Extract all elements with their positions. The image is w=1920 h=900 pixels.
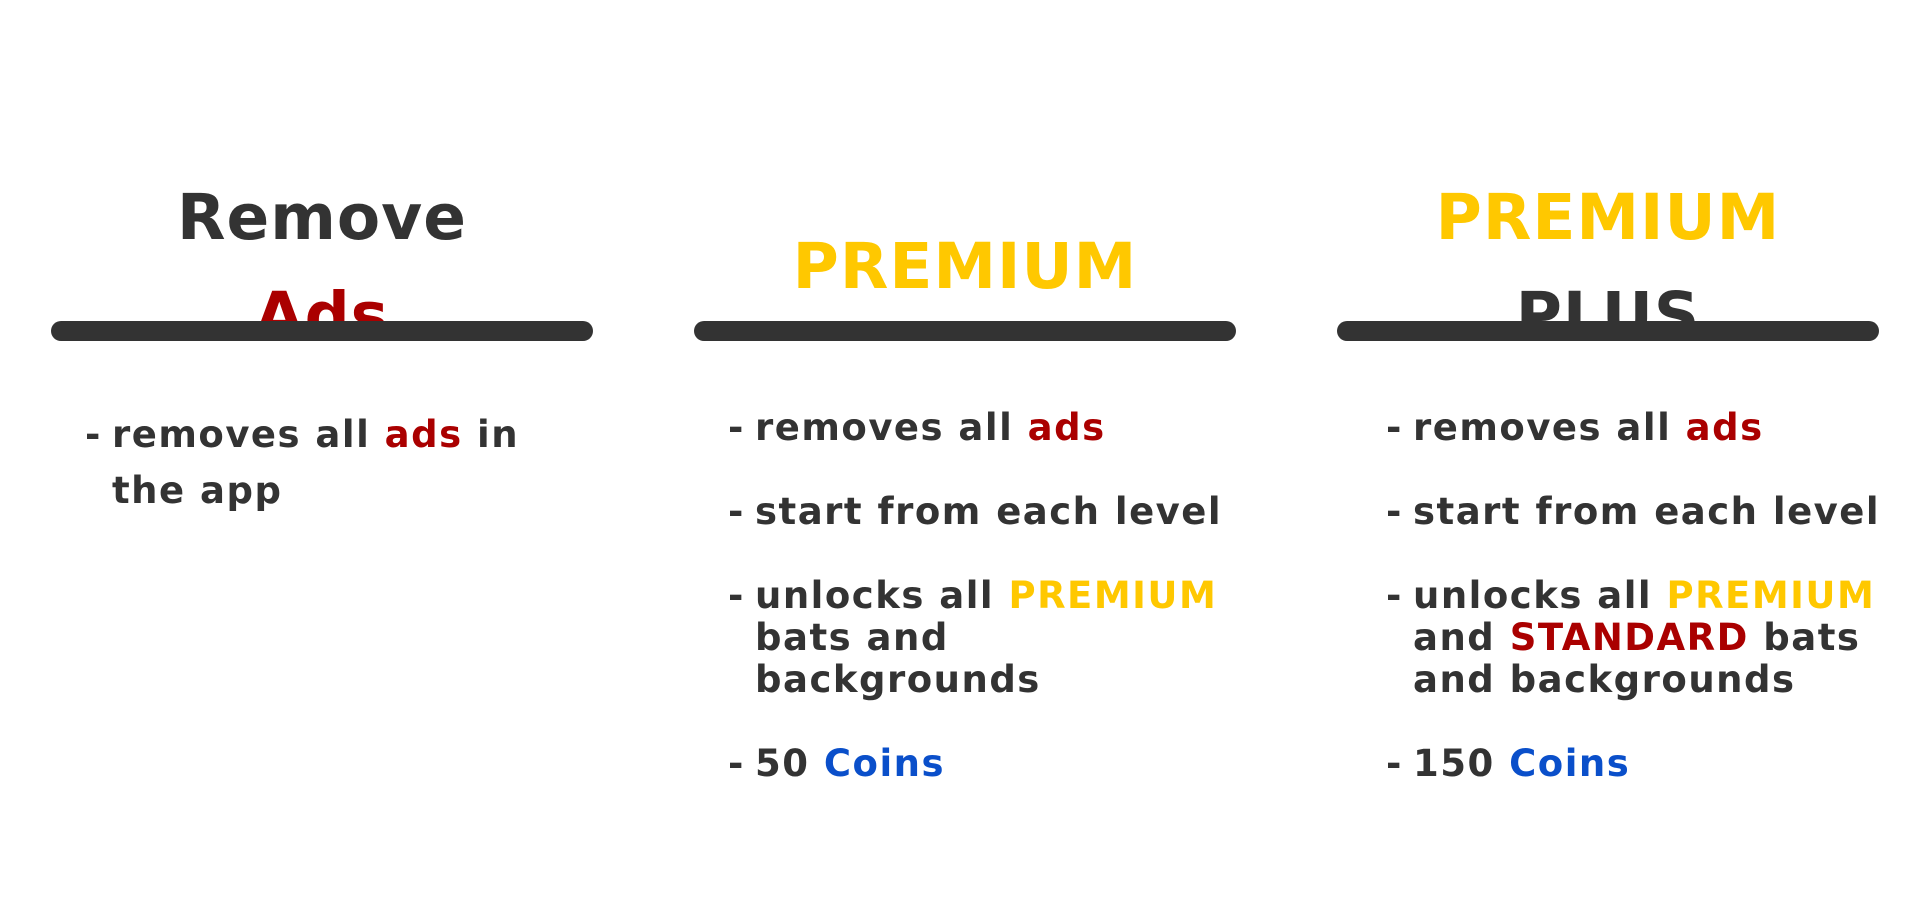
bullet: - [1386,406,1403,449]
plan-title-line-1: Remove [177,181,467,255]
feature-highlight-premium: PREMIUM [1666,574,1876,617]
plan-title-line-2: Ads [254,279,390,353]
plan-remove-ads[interactable]: Remove Ads - removes all ads in the app [51,0,593,900]
plan-divider [694,321,1236,341]
plan-title-line-2: PLUS [1515,279,1701,353]
feature-list: - removes all ads in the app [85,407,605,561]
feature-highlight-ads: ads [1027,406,1106,449]
bullet: - [728,490,745,533]
feature-text: 150 [1413,742,1510,785]
feature-highlight-ads: ads [384,413,463,456]
feature-text: start from each level [1413,490,1881,533]
feature-start-level: - start from each level [1386,491,1906,533]
feature-text: and [1413,616,1510,659]
feature-highlight-coins: Coins [1509,742,1631,785]
feature-highlight-ads: ads [1685,406,1764,449]
bullet: - [1386,742,1403,785]
plan-title: PREMIUM [694,218,1236,316]
feature-text: unlocks all [755,574,1009,617]
feature-coins: - 150 Coins [1386,743,1906,785]
plan-divider [1337,321,1879,341]
plan-divider [51,321,593,341]
feature-list: - removes all ads - start from each leve… [1386,407,1906,827]
plan-premium[interactable]: PREMIUM - removes all ads - start from e… [694,0,1236,900]
bullet: - [728,406,745,449]
bullet: - [85,413,102,456]
feature-text: start from each level [755,490,1223,533]
plan-title-line-1: PREMIUM [792,230,1138,304]
bullet: - [728,574,745,617]
plan-title-line-1: PREMIUM [1435,181,1781,255]
feature-text: 50 [755,742,824,785]
feature-text: unlocks all [1413,574,1667,617]
feature-text: removes all [1413,406,1686,449]
feature-start-level: - start from each level [728,491,1248,533]
feature-highlight-standard: STANDARD [1509,616,1749,659]
feature-unlocks: - unlocks all PREMIUM and STANDARD bats … [1386,575,1906,701]
feature-text: bats and backgrounds [755,616,1041,701]
feature-unlocks: - unlocks all PREMIUM bats and backgroun… [728,575,1248,701]
feature-text: removes all [755,406,1028,449]
feature-list: - removes all ads - start from each leve… [728,407,1248,827]
feature-coins: - 50 Coins [728,743,1248,785]
plan-premium-plus[interactable]: PREMIUM PLUS - removes all ads - start f… [1337,0,1879,900]
feature-highlight-premium: PREMIUM [1008,574,1218,617]
bullet: - [728,742,745,785]
feature-text: removes all [112,413,385,456]
bullet: - [1386,490,1403,533]
bullet: - [1386,574,1403,617]
feature-highlight-coins: Coins [823,742,945,785]
feature-remove-ads: - removes all ads [728,407,1248,449]
feature-remove-ads: - removes all ads in the app [85,407,605,519]
feature-remove-ads: - removes all ads [1386,407,1906,449]
